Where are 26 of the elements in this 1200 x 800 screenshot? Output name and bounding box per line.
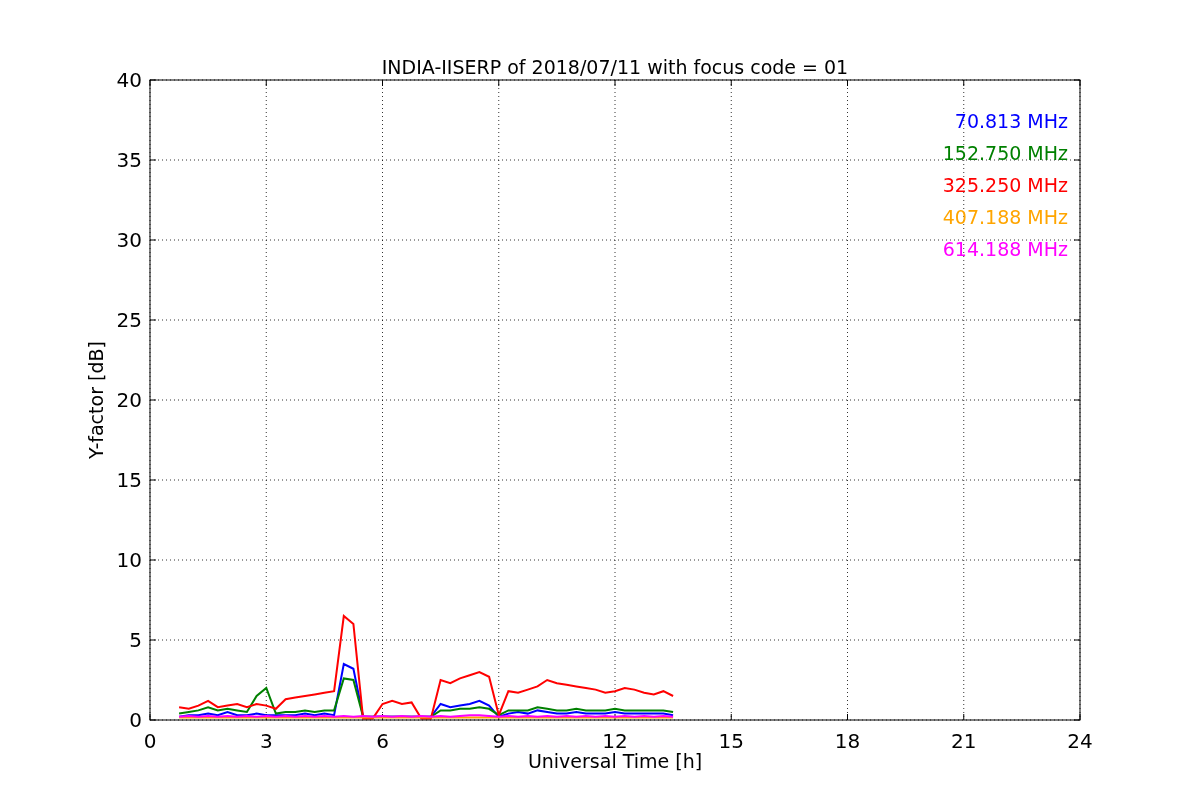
x-tick-label: 24 <box>1067 729 1093 753</box>
y-tick-label: 30 <box>116 228 142 252</box>
x-tick-label: 3 <box>259 729 273 753</box>
x-tick-label: 0 <box>143 729 157 753</box>
legend-label: 70.813 MHz <box>954 110 1068 132</box>
y-tick-label: 5 <box>129 628 142 652</box>
legend-label: 407.188 MHz <box>942 206 1068 228</box>
legend-label: 152.750 MHz <box>942 142 1068 164</box>
y-tick-label: 35 <box>116 148 142 172</box>
x-tick-label: 21 <box>951 729 977 753</box>
x-tick-label: 6 <box>376 729 389 753</box>
legend-label: 325.250 MHz <box>942 174 1068 196</box>
legend-label: 614.188 MHz <box>942 238 1068 260</box>
y-tick-label: 10 <box>116 548 142 572</box>
y-tick-label: 15 <box>116 468 142 492</box>
y-axis-label: Y-factor [dB] <box>85 341 107 459</box>
x-tick-label: 15 <box>718 729 744 753</box>
x-tick-label: 9 <box>492 729 506 753</box>
x-tick-label: 12 <box>602 729 628 753</box>
y-tick-label: 0 <box>129 708 142 732</box>
x-tick-label: 18 <box>834 729 861 753</box>
chart-title: INDIA-IISERP of 2018/07/11 with focus code = 01 <box>381 56 849 78</box>
y-tick-label: 20 <box>116 388 142 412</box>
y-tick-label: 40 <box>116 68 142 92</box>
y-tick-label: 25 <box>116 308 142 332</box>
x-axis-label: Universal Time [h] <box>527 750 703 772</box>
